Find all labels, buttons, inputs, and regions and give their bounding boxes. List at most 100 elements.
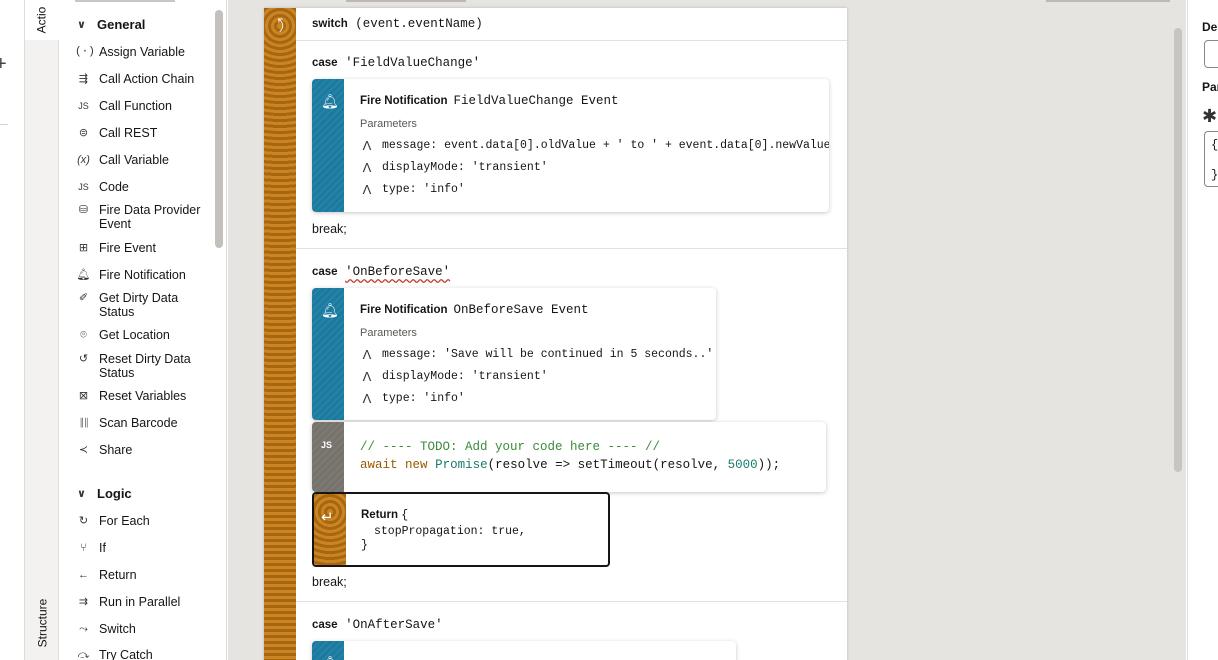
palette-item-label: Call Variable [99, 153, 169, 167]
parameter-row: Λtype: 'info' [360, 182, 465, 197]
code-token: await [360, 458, 398, 472]
return-property: stopPropagation: true, [374, 525, 526, 538]
parameter-text: displayMode: 'transient' [382, 161, 548, 174]
palette-item-try-catch[interactable]: ⤼ Try Catch [75, 648, 209, 660]
divider [296, 40, 847, 41]
barcode-icon: ║║ [78, 418, 89, 427]
category-general[interactable]: ∨ General [77, 17, 145, 32]
notification-strip: 🔔︎ [312, 288, 344, 420]
palette-item-label: Fire Event [99, 241, 156, 255]
parameter-icon: Λ [362, 182, 372, 197]
parameter-icon: Λ [362, 391, 372, 406]
return-card[interactable]: ↵ Return { stopPropagation: true, } [312, 492, 610, 567]
assign-variable-icon: (·) [75, 46, 95, 58]
location-pin-icon: ⌾ [80, 329, 87, 341]
parameter-text: displayMode: 'transient' [382, 370, 548, 383]
tab-actions[interactable]: Actio [25, 0, 59, 40]
palette-item-label: Fire Data Provider Event [99, 203, 201, 231]
call-variable-icon: (x) [77, 154, 90, 166]
code-token: )); [757, 458, 781, 472]
palette-item-assign-variable[interactable]: (·) Assign Variable [75, 45, 209, 59]
vertical-tabs: Actio Structure [25, 0, 59, 660]
description-label: De [1202, 20, 1218, 34]
category-general-label: General [97, 17, 146, 32]
palette-item-return[interactable]: ← Return [75, 568, 209, 582]
palette-item-fire-notification[interactable]: 🔔︎ Fire Notification [75, 268, 209, 282]
js-code-icon: JS [78, 182, 89, 192]
broom-icon: ✐ [78, 292, 89, 304]
code-card[interactable]: JS // ---- TODO: Add your code here ----… [312, 422, 826, 492]
palette-item-label: Scan Barcode [99, 416, 178, 430]
action-type-label: Fire Notification [360, 95, 448, 107]
diagram-canvas[interactable]: ⤴ switch (event.eventName) case 'FieldVa… [228, 0, 1186, 660]
palette-item-scan-barcode[interactable]: ║║ Scan Barcode [75, 416, 209, 430]
palette-item-call-variable[interactable]: (x) Call Variable [75, 153, 209, 167]
palette-scrollbar[interactable] [215, 10, 223, 650]
return-arrow-icon: ← [78, 569, 89, 581]
parameter-text: type: 'info' [382, 392, 465, 405]
parameter-text: message: 'Save will be continued in 5 se… [382, 348, 714, 361]
palette-item-code[interactable]: JS Code [75, 180, 209, 194]
canvas-scrollbar[interactable] [1174, 28, 1182, 472]
chevron-down-icon: ∨ [77, 19, 86, 31]
expression-icon[interactable]: ✱ [1202, 106, 1217, 127]
palette-item-call-function[interactable]: JS Call Function [75, 99, 209, 113]
case-value: 'FieldValueChange' [345, 56, 481, 70]
palette-item-label: Fire Notification [99, 268, 186, 282]
fire-notification-card[interactable]: 🔔︎ Fire Notification OnBeforeSave Event P… [312, 288, 716, 420]
parameter-row: Λmessage: 'Save will be continued in 5 s… [360, 347, 714, 362]
palette-scrollbar-thumb[interactable] [215, 10, 223, 248]
code-statement: await new Promise(resolve => setTimeout(… [360, 458, 780, 472]
parameter-row: Λtype: 'info' [360, 391, 465, 406]
add-icon[interactable]: + [0, 54, 7, 74]
code-comment: // ---- TODO: Add your code here ---- // [360, 440, 661, 454]
parameters-label: Par [1202, 80, 1218, 94]
palette-item-if[interactable]: ⑂ If [75, 541, 209, 555]
rail-divider [0, 124, 8, 125]
case-fieldvaluechange[interactable]: case 'FieldValueChange' [312, 55, 480, 70]
palette-item-label: Return [99, 568, 137, 582]
tab-structure-label: Structure [35, 598, 49, 648]
case-onbeforesave[interactable]: case 'OnBeforeSave' [312, 264, 450, 279]
notification-strip: 🔔︎ [312, 79, 344, 212]
toolbar-button-edge [1046, 0, 1170, 2]
tab-structure[interactable]: Structure [25, 590, 59, 656]
switch-block[interactable]: ⤴ switch (event.eventName) case 'FieldVa… [264, 8, 847, 660]
palette-item-label: Call REST [99, 126, 158, 140]
palette-item-label: Code [99, 180, 129, 194]
fire-notification-card[interactable]: 🔔︎ Fire Notification FieldValueChange Eve… [312, 79, 829, 212]
chevron-down-icon: ∨ [77, 488, 86, 500]
palette-search-underline [75, 0, 175, 2]
database-icon: ⛁ [78, 204, 89, 216]
actions-palette: ∨ General (·) Assign Variable ⇶ Call Actio… [59, 0, 227, 660]
palette-item-label: Reset Dirty Data Status [99, 352, 191, 380]
palette-item-run-in-parallel[interactable]: ⇉ Run in Parallel [75, 595, 209, 609]
palette-item-reset-dirty-data-status[interactable]: ↺ Reset Dirty Data Status [75, 352, 209, 380]
palette-item-switch[interactable]: ⤳ Switch [75, 622, 209, 636]
palette-item-call-action-chain[interactable]: ⇶ Call Action Chain [75, 72, 209, 86]
palette-item-label: Reset Variables [99, 389, 187, 403]
code-strip: JS [312, 422, 344, 492]
parameter-icon: Λ [362, 369, 372, 384]
return-brace: } [361, 539, 368, 552]
palette-item-share[interactable]: ≺ Share [75, 443, 209, 457]
palette-item-label: For Each [99, 514, 150, 528]
tab-actions-label: Actio [34, 6, 48, 34]
palette-item-call-rest[interactable]: ⊜ Call REST [75, 126, 209, 140]
parameters-label: Parameters [360, 327, 417, 339]
category-logic-label: Logic [97, 486, 132, 501]
card-title: Fire Notification FieldValueChange Event [360, 93, 619, 108]
notification-strip: 🔔︎ [312, 641, 344, 660]
description-input[interactable] [1204, 40, 1218, 68]
case-onaftersave[interactable]: case 'OnAfterSave' [312, 617, 443, 632]
palette-item-label: If [99, 541, 106, 555]
palette-item-get-dirty-data-status[interactable]: ✐ Get Dirty Data Status [75, 291, 209, 319]
parameters-editor[interactable]: { } [1204, 131, 1218, 187]
palette-item-get-location[interactable]: ⌾ Get Location [75, 328, 209, 342]
palette-item-fire-event[interactable]: ⊞ Fire Event [75, 241, 209, 255]
palette-item-for-each[interactable]: ↻ For Each [75, 514, 209, 528]
palette-item-fire-data-provider-event[interactable]: ⛁ Fire Data Provider Event [75, 203, 209, 231]
category-logic[interactable]: ∨ Logic [77, 486, 132, 501]
palette-item-reset-variables[interactable]: ⊠ Reset Variables [75, 389, 209, 403]
fire-notification-card[interactable]: 🔔︎ [312, 641, 736, 660]
